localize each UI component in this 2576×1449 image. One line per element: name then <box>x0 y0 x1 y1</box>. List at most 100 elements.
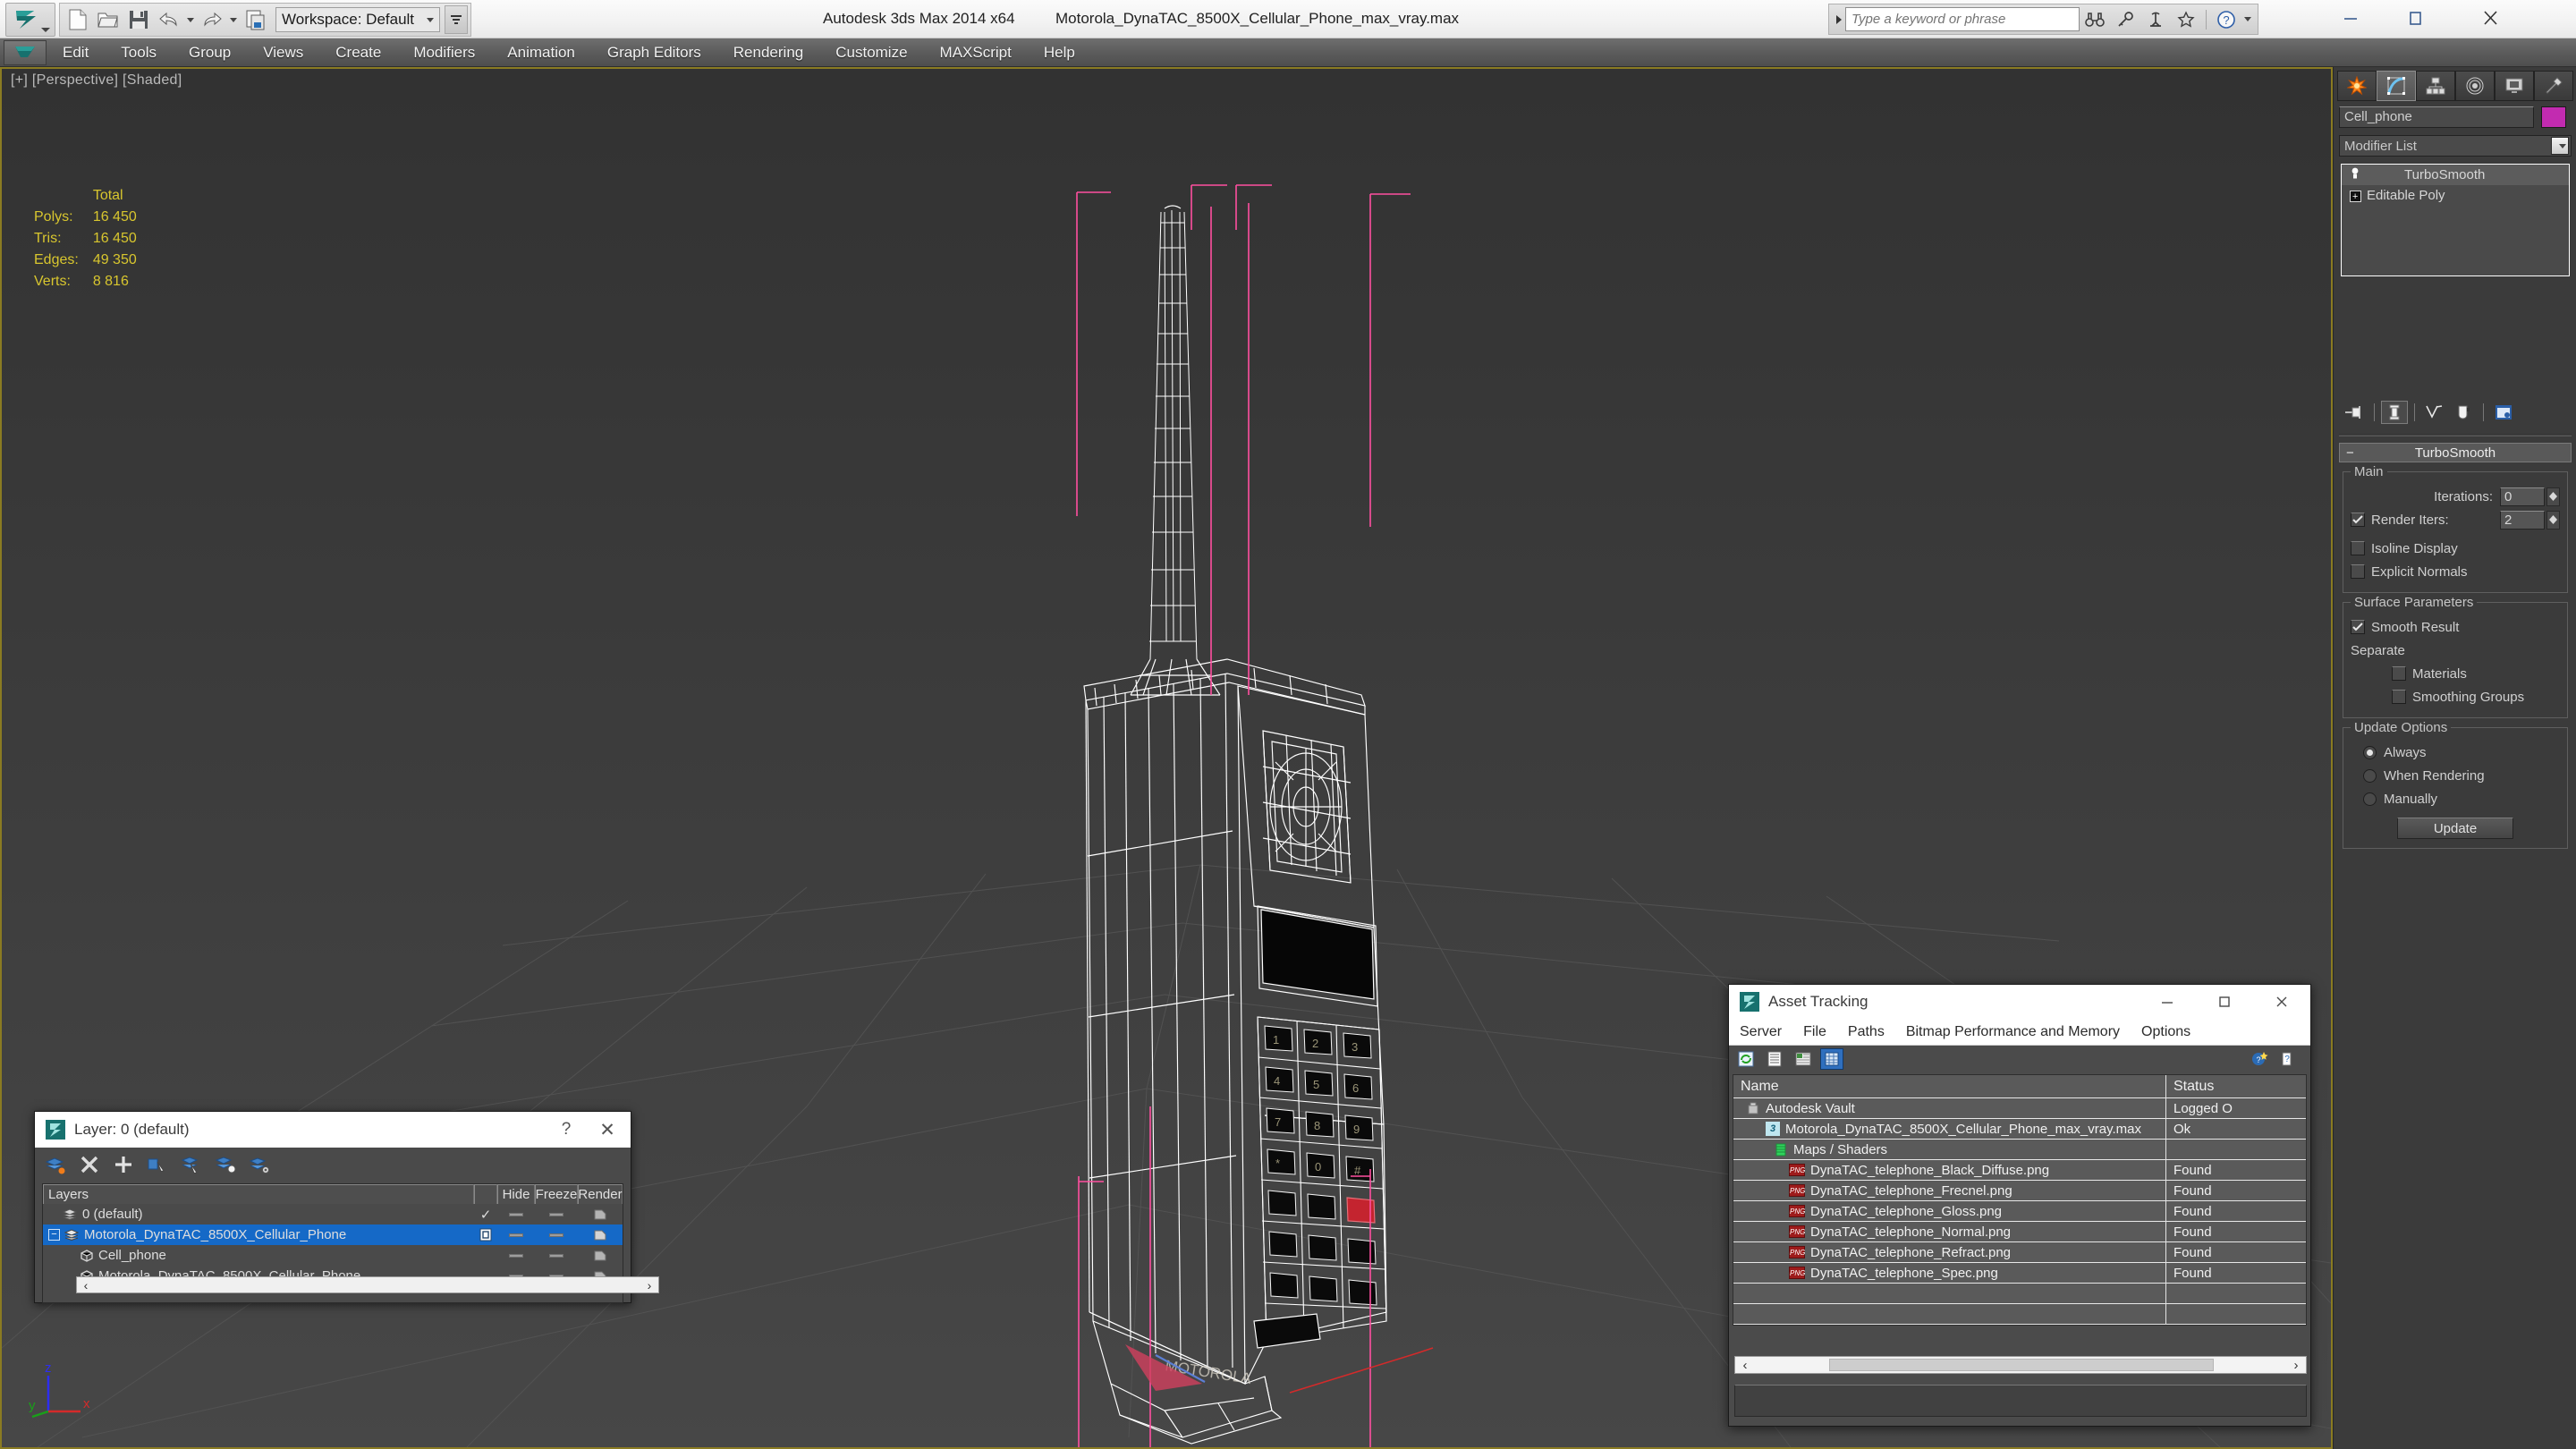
scroll-thumb[interactable] <box>1829 1359 2214 1371</box>
undo-icon[interactable] <box>154 5 184 34</box>
save-icon[interactable] <box>123 5 154 34</box>
window-minimize-button[interactable] <box>2318 0 2383 36</box>
open-file-icon[interactable] <box>93 5 123 34</box>
table-row[interactable]: Autodesk Vault Logged O <box>1733 1097 2306 1119</box>
utilities-tab[interactable] <box>2534 71 2573 101</box>
render-iters-spinner[interactable] <box>2546 510 2560 530</box>
configure-modifier-sets-icon[interactable] <box>2490 401 2517 424</box>
layer-freeze-toggle[interactable] <box>535 1212 578 1216</box>
render-iters-checkbox[interactable] <box>2351 513 2365 527</box>
help-icon[interactable]: ? <box>2276 1048 2300 1070</box>
menu-item-rendering[interactable]: Rendering <box>717 38 819 67</box>
layer-dialog-titlebar[interactable]: Layer: 0 (default) ? ✕ <box>35 1112 631 1148</box>
menu-item-edit[interactable]: Edit <box>47 38 105 67</box>
make-unique-icon[interactable] <box>2421 401 2448 424</box>
render-iters-input[interactable]: 2 <box>2500 510 2545 530</box>
layer-dialog[interactable]: Layer: 0 (default) ? ✕ Layers Hide Freez… <box>34 1111 659 1303</box>
table-row[interactable]: 0 (default) ✓ <box>43 1204 623 1224</box>
new-file-icon[interactable] <box>63 5 93 34</box>
viewport-label[interactable]: [+] [Perspective] [Shaded] <box>11 72 182 89</box>
grid-view-icon[interactable] <box>1820 1048 1843 1070</box>
layer-render-toggle[interactable] <box>578 1250 623 1262</box>
object-name-field[interactable]: Cell_phone <box>2339 106 2534 128</box>
add-layer-icon[interactable] <box>112 1153 135 1176</box>
binoculars-icon[interactable] <box>2080 6 2110 33</box>
table-row[interactable]: PNG DynaTAC_telephone_Black_Diffuse.png … <box>1733 1159 2306 1181</box>
remove-modifier-icon[interactable] <box>2450 401 2477 424</box>
table-row[interactable]: PNG DynaTAC_telephone_Frecnel.png Found <box>1733 1180 2306 1201</box>
menu-item-help[interactable]: Help <box>1028 38 1091 67</box>
modify-tab[interactable] <box>2377 71 2416 101</box>
asset-close-button[interactable] <box>2253 985 2310 1019</box>
asset-minimize-button[interactable] <box>2139 985 2196 1019</box>
update-button[interactable]: Update <box>2397 818 2513 839</box>
asset-horizontal-scrollbar[interactable]: ‹ › <box>1734 1356 2307 1374</box>
layer-horizontal-scrollbar[interactable]: ‹ › <box>76 1276 659 1293</box>
materials-checkbox[interactable] <box>2392 666 2406 681</box>
lightbulb-icon[interactable] <box>2347 167 2363 183</box>
asset-menu-server[interactable]: Server <box>1729 1024 1792 1040</box>
window-close-button[interactable] <box>2458 0 2522 36</box>
new-layer-icon[interactable] <box>44 1153 67 1176</box>
layer-properties-icon[interactable] <box>248 1153 271 1176</box>
scroll-right-arrow[interactable]: › <box>640 1278 658 1292</box>
menu-item-animation[interactable]: Animation <box>491 38 591 67</box>
layer-freeze-toggle[interactable] <box>535 1233 578 1237</box>
help-dropdown[interactable] <box>2241 5 2254 34</box>
search-input[interactable] <box>1845 7 2080 31</box>
layer-hide-toggle[interactable] <box>497 1212 535 1216</box>
show-end-result-icon[interactable] <box>2381 401 2408 424</box>
table-row[interactable]: Cell_phone <box>43 1245 623 1266</box>
menu-item-graph-editors[interactable]: Graph Editors <box>591 38 717 67</box>
asset-table[interactable]: Name Status Autodesk Vault Logged O 3 Mo… <box>1733 1074 2307 1326</box>
modifier-stack-item-turbosmooth[interactable]: TurboSmooth <box>2342 165 2569 185</box>
window-maximize-button[interactable] <box>2383 0 2447 36</box>
smoothing-groups-checkbox[interactable] <box>2392 690 2406 704</box>
highlight-selected-icon[interactable] <box>214 1153 237 1176</box>
modifier-stack[interactable]: TurboSmooth + Editable Poly <box>2341 164 2570 276</box>
asset-dialog-titlebar[interactable]: Asset Tracking <box>1729 985 2310 1019</box>
layer-hide-toggle[interactable] <box>497 1253 535 1258</box>
redo-icon[interactable] <box>197 5 227 34</box>
select-highlighted-icon[interactable] <box>180 1153 203 1176</box>
help-new-icon[interactable]: ? <box>2248 1048 2271 1070</box>
layer-render-toggle[interactable] <box>578 1229 623 1241</box>
expander-icon[interactable]: − <box>48 1229 60 1241</box>
motion-tab[interactable] <box>2455 71 2495 101</box>
star-icon[interactable] <box>2171 6 2201 33</box>
menu-item-tools[interactable]: Tools <box>105 38 173 67</box>
isoline-display-checkbox[interactable] <box>2351 541 2365 555</box>
delete-layer-icon[interactable] <box>78 1153 101 1176</box>
detail-view-icon[interactable] <box>1792 1048 1815 1070</box>
modifier-list-dropdown[interactable]: Modifier List <box>2339 135 2572 157</box>
refresh-icon[interactable] <box>1734 1048 1758 1070</box>
iterations-input[interactable]: 0 <box>2500 487 2545 506</box>
table-row[interactable]: − Motorola_DynaTAC_8500X_Cellular_Phone <box>43 1224 623 1245</box>
scroll-left-arrow[interactable]: ‹ <box>1735 1358 1755 1373</box>
workspace-more-button[interactable] <box>445 5 469 34</box>
hierarchy-tab[interactable] <box>2416 71 2455 101</box>
layer-freeze-toggle[interactable] <box>535 1253 578 1258</box>
menu-item-modifiers[interactable]: Modifiers <box>397 38 491 67</box>
pin-stack-icon[interactable] <box>2341 401 2368 424</box>
redo-dropdown[interactable] <box>227 5 240 34</box>
layer-active-check[interactable] <box>474 1228 497 1241</box>
modifier-stack-item-editable-poly[interactable]: + Editable Poly <box>2342 185 2569 206</box>
table-row[interactable]: 3 Motorola_DynaTAC_8500X_Cellular_Phone_… <box>1733 1118 2306 1140</box>
asset-menu-bitmap[interactable]: Bitmap Performance and Memory <box>1895 1024 2131 1040</box>
table-row[interactable]: PNG DynaTAC_telephone_Spec.png Found <box>1733 1262 2306 1284</box>
scroll-left-arrow[interactable]: ‹ <box>77 1278 95 1292</box>
object-color-swatch[interactable] <box>2541 106 2566 128</box>
asset-menu-paths[interactable]: Paths <box>1837 1024 1895 1040</box>
table-row[interactable]: Maps / Shaders <box>1733 1139 2306 1160</box>
rollout-header-turbosmooth[interactable]: − TurboSmooth <box>2339 443 2572 462</box>
table-row[interactable]: PNG DynaTAC_telephone_Gloss.png Found <box>1733 1200 2306 1222</box>
iterations-spinner[interactable] <box>2546 487 2560 506</box>
layer-render-toggle[interactable] <box>578 1208 623 1221</box>
table-row[interactable]: PNG DynaTAC_telephone_Refract.png Found <box>1733 1241 2306 1263</box>
menu-item-group[interactable]: Group <box>173 38 247 67</box>
scroll-right-arrow[interactable]: › <box>2286 1358 2306 1373</box>
list-view-icon[interactable] <box>1763 1048 1786 1070</box>
menu-item-create[interactable]: Create <box>319 38 397 67</box>
display-tab[interactable] <box>2495 71 2534 101</box>
